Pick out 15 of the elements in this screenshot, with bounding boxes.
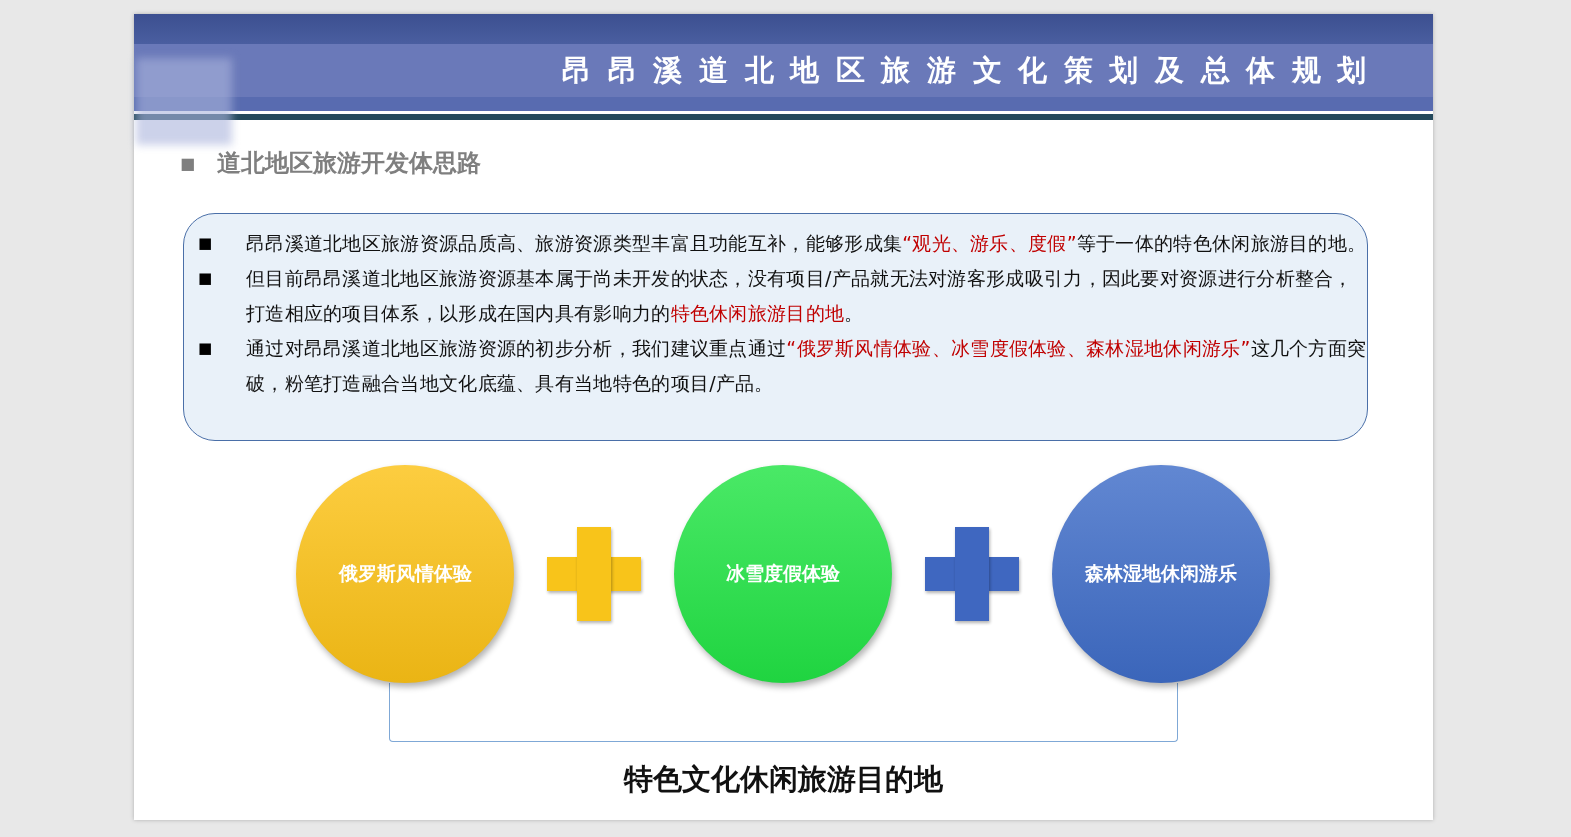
bullet-marker: ■ <box>180 153 197 173</box>
bullet-text: 昂昂溪道北地区旅游资源品质高、旅游资源类型丰富且功能互补，能够形成集“观光、游乐、度假”等于一体的特色休闲旅游目的地。 <box>245 231 1367 256</box>
section-heading: 道北地区旅游开发体思路 <box>217 148 481 179</box>
theme-circle: 森林湿地休闲游乐 <box>1052 465 1270 683</box>
theme-circle: 俄罗斯风情体验 <box>296 465 514 683</box>
theme-circle: 冰雪度假体验 <box>674 465 892 683</box>
bullet-marker: ■ <box>198 338 214 359</box>
plus-icon <box>925 527 1019 621</box>
slide-title: 昂昂溪道北地区旅游文化策划及总体规划 <box>562 51 1383 89</box>
bullet-marker: ■ <box>198 233 214 254</box>
plus-icon <box>547 527 641 621</box>
bullet-marker: ■ <box>198 268 214 289</box>
bullet-text: 通过对昂昂溪道北地区旅游资源的初步分析，我们建议重点通过“俄罗斯风情体验、冰雪度假体验、森林湿地休闲游乐”这几个方面突破，粉笔打造融合当地文化底蕴、具有当地特色的项目/产品。 <box>245 336 1367 396</box>
conclusion-text: 特色文化休闲旅游目的地 <box>622 761 944 798</box>
bullet-text: 但目前昂昂溪道北地区旅游资源基本属于尚未开发的状态，没有项目/产品就无法对游客形成吸引力，因此要对资源进行分析整合，打造相应的项目体系，以形成在国内具有影响力的特色休闲旅游目的地。 <box>245 266 1354 326</box>
